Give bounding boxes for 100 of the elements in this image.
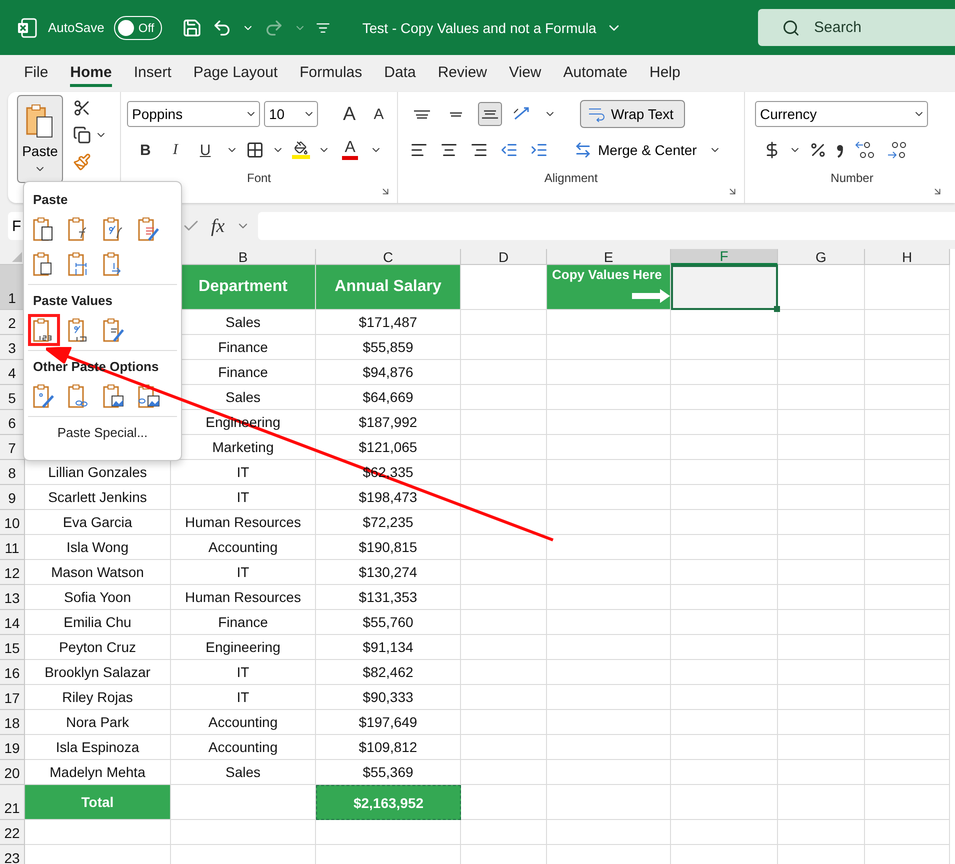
table-cell: Nora Park (25, 710, 171, 735)
menu-tab[interactable]: Automate (563, 58, 628, 87)
menu-tab[interactable]: Page Layout (193, 58, 278, 87)
row-number[interactable]: 16 (0, 660, 25, 685)
row-number[interactable]: 20 (0, 760, 25, 785)
row-number[interactable]: 19 (0, 735, 25, 760)
align-center-icon[interactable] (440, 141, 458, 159)
font-color-button[interactable]: A (338, 137, 362, 163)
insert-function-button[interactable]: fx (208, 216, 228, 236)
dialog-launcher-icon[interactable] (380, 186, 391, 197)
row-number[interactable]: 13 (0, 585, 25, 610)
bold-button[interactable]: B (133, 140, 158, 160)
table-cell: Madelyn Mehta (25, 760, 171, 785)
table-cell: Sofia Yoon (25, 585, 171, 610)
row-number[interactable]: 3 (0, 335, 25, 360)
align-right-icon[interactable] (470, 141, 488, 159)
cut-icon[interactable] (73, 99, 91, 117)
row-number[interactable]: 7 (0, 435, 25, 460)
underline-button[interactable]: U (192, 140, 218, 160)
increase-decimal-icon[interactable] (853, 140, 877, 160)
increase-indent-icon[interactable] (530, 141, 548, 159)
table-cell: IT (171, 460, 316, 485)
italic-button[interactable]: I (166, 140, 185, 160)
undo-icon[interactable] (212, 18, 232, 38)
row-number[interactable]: 9 (0, 485, 25, 510)
paste-option[interactable] (28, 314, 60, 346)
table-cell: IT (171, 685, 316, 710)
table-cell: $55,369 (316, 760, 461, 785)
decrease-font-size-button[interactable]: A (366, 104, 391, 124)
decrease-decimal-icon[interactable] (885, 140, 909, 160)
row-number[interactable]: 18 (0, 710, 25, 735)
row-number[interactable]: 21 (0, 785, 25, 820)
dialog-launcher-icon[interactable] (727, 186, 738, 197)
table-header: Annual Salary (316, 265, 461, 310)
row-number[interactable]: 5 (0, 385, 25, 410)
menu-tab[interactable]: Insert (134, 58, 172, 87)
row-number[interactable]: 23 (0, 845, 25, 864)
column-header[interactable]: C (316, 249, 461, 265)
row-number[interactable]: 10 (0, 510, 25, 535)
table-cell: Isla Wong (25, 535, 171, 560)
row-number[interactable]: 14 (0, 610, 25, 635)
menu-tab[interactable]: Review (438, 58, 488, 87)
wrap-text-button[interactable]: Wrap Text (580, 100, 685, 128)
row-number[interactable]: 12 (0, 560, 25, 585)
fill-color-icon[interactable] (292, 141, 310, 159)
table-cell: $94,876 (316, 360, 461, 385)
row-number[interactable]: 22 (0, 820, 25, 845)
group-label: Font (246, 170, 272, 187)
table-cell: Isla Espinoza (25, 735, 171, 760)
row-number[interactable]: 8 (0, 460, 25, 485)
menu-tab[interactable]: Data (384, 58, 416, 87)
column-header[interactable]: G (778, 249, 865, 265)
keep-source-paste-icon (137, 216, 161, 242)
font-size-dropdown[interactable]: 10 (264, 101, 318, 127)
table-cell: $131,353 (316, 585, 461, 610)
copy-icon[interactable] (73, 126, 91, 144)
dialog-launcher-icon[interactable] (932, 186, 943, 197)
table-cell: IT (171, 485, 316, 510)
percent-icon[interactable] (809, 141, 827, 159)
row-number[interactable]: 4 (0, 360, 25, 385)
font-name-dropdown[interactable]: Poppins (127, 101, 260, 127)
table-cell: $55,859 (316, 335, 461, 360)
merge-center-button[interactable]: Merge & Center (574, 141, 697, 159)
row-number[interactable]: 6 (0, 410, 25, 435)
vertical-align-button[interactable] (478, 102, 502, 126)
paste-button[interactable]: Paste (17, 95, 63, 183)
table-cell: $82,462 (316, 660, 461, 685)
menu-tab[interactable]: Home (70, 58, 112, 87)
row-number[interactable]: 2 (0, 310, 25, 335)
menu-tab[interactable]: View (509, 58, 542, 87)
row-number[interactable]: 17 (0, 685, 25, 710)
customize-icon[interactable] (316, 20, 330, 34)
number-format-dropdown[interactable]: Currency (755, 101, 928, 127)
row-number[interactable]: 1 (0, 265, 25, 310)
column-header[interactable]: E (547, 249, 671, 265)
document-title[interactable]: Test - Copy Values and not a Formula (362, 20, 596, 36)
table-cell: Human Resources (171, 585, 316, 610)
column-header[interactable]: D (461, 249, 547, 265)
menu-tab[interactable]: Formulas (300, 58, 362, 87)
values-source-paste-icon (102, 317, 126, 343)
spreadsheet-app-icon[interactable] (16, 16, 38, 38)
table-cell: $91,134 (316, 635, 461, 660)
menu-tab[interactable]: File (24, 58, 48, 87)
borders-icon[interactable] (246, 141, 264, 159)
menu-section-title: Paste (32, 191, 69, 209)
table-cell: Accounting (171, 735, 316, 760)
table-cell: Engineering (171, 635, 316, 660)
menu-tab[interactable]: Help (649, 58, 680, 87)
align-left-icon[interactable] (410, 141, 428, 159)
increase-font-size-button[interactable]: A (336, 102, 363, 126)
row-number[interactable]: 15 (0, 635, 25, 660)
row-number[interactable]: 11 (0, 535, 25, 560)
autosave-toggle[interactable]: Off (114, 16, 162, 40)
save-icon[interactable] (182, 18, 202, 38)
search-field[interactable]: Search (758, 9, 955, 46)
decrease-indent-icon[interactable] (500, 141, 518, 159)
selected-cell[interactable] (671, 265, 778, 310)
group-label: Number (830, 170, 874, 187)
format-painter-icon[interactable] (73, 153, 91, 171)
column-header[interactable]: H (865, 249, 950, 265)
